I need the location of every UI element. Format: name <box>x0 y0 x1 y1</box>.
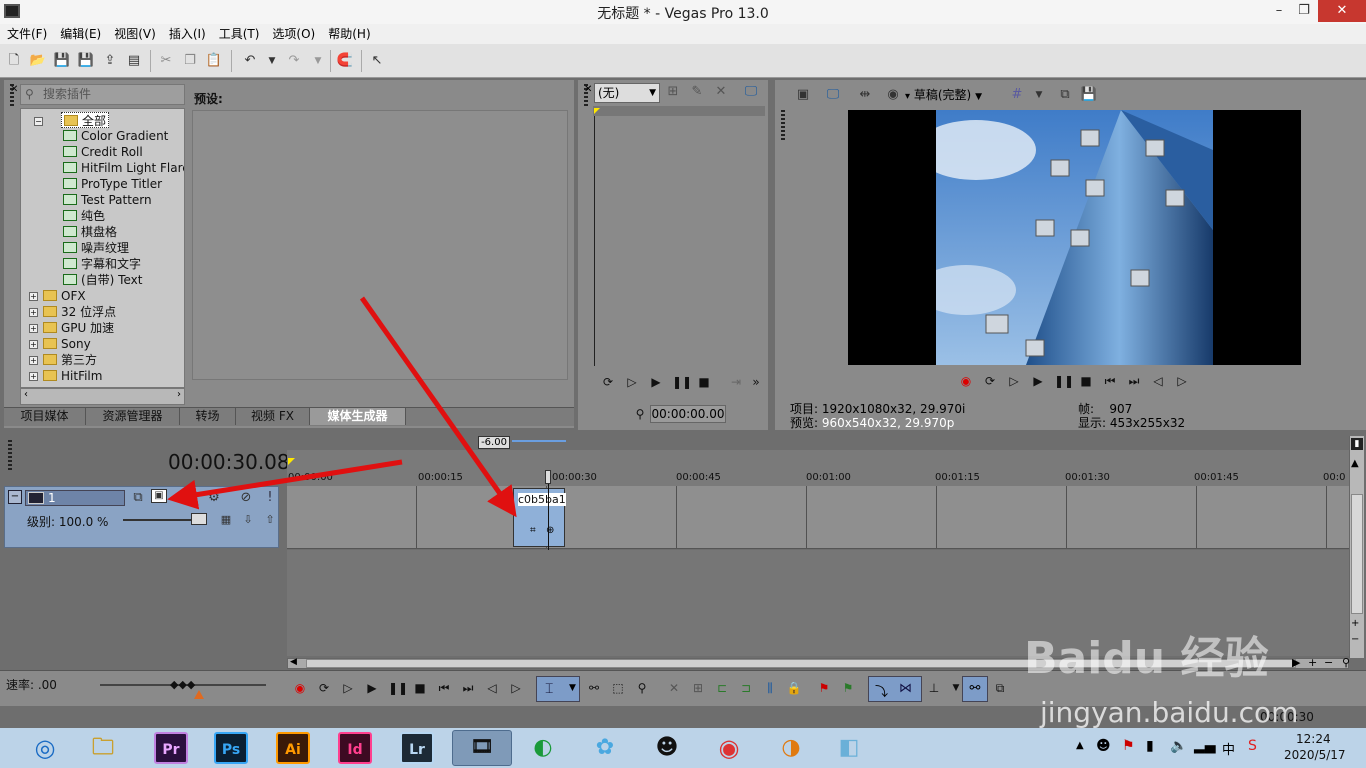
arrow-to-track-fx <box>167 459 403 510</box>
tray-battery-icon[interactable]: ▮ <box>1146 738 1154 754</box>
tray-volume-icon[interactable]: 🔈 <box>1170 738 1187 754</box>
clock-date[interactable]: 2020/5/17 <box>1284 748 1346 762</box>
qq-icon[interactable]: ☻ <box>650 732 684 764</box>
windows-taskbar: ◎ 🗀 Pr Ps Ai Id Lr 🎞 ◐ ✿ ☻ ◉ ◑ ◧ ▲ ☻ ⚑ ▮… <box>0 728 1366 768</box>
illustrator-icon[interactable]: Ai <box>276 732 310 764</box>
watermark-url: jingyan.baidu.com <box>1040 696 1299 729</box>
app-icon-orange[interactable]: ◑ <box>774 732 808 764</box>
app-icon-note[interactable]: ◧ <box>832 732 866 764</box>
tray-expand-icon[interactable]: ▲ <box>1076 740 1084 751</box>
premiere-icon[interactable]: Pr <box>154 732 188 764</box>
clock-time[interactable]: 12:24 <box>1296 732 1331 746</box>
watermark-logo: Baidu 经验 <box>1024 633 1269 684</box>
photoshop-icon[interactable]: Ps <box>214 732 248 764</box>
app-icon-green[interactable]: ◐ <box>526 732 560 764</box>
chrome-icon[interactable]: ◉ <box>712 732 746 764</box>
tray-network-icon[interactable]: ▂▄ <box>1194 738 1216 754</box>
tray-flag-icon[interactable]: ⚑ <box>1122 738 1135 754</box>
arrow-to-clip <box>359 296 517 518</box>
app-icon-blue[interactable]: ✿ <box>588 732 622 764</box>
file-explorer-icon[interactable]: 🗀 <box>86 732 120 764</box>
tray-qq-icon[interactable]: ☻ <box>1096 738 1111 754</box>
indesign-icon[interactable]: Id <box>338 732 372 764</box>
browser-icon[interactable]: ◎ <box>28 732 62 764</box>
tray-sogou-icon[interactable]: S <box>1248 738 1257 754</box>
lightroom-icon[interactable]: Lr <box>400 732 434 764</box>
vegas-taskbar-icon[interactable]: 🎞 <box>452 730 512 766</box>
tray-ime[interactable]: 中 <box>1222 739 1235 758</box>
